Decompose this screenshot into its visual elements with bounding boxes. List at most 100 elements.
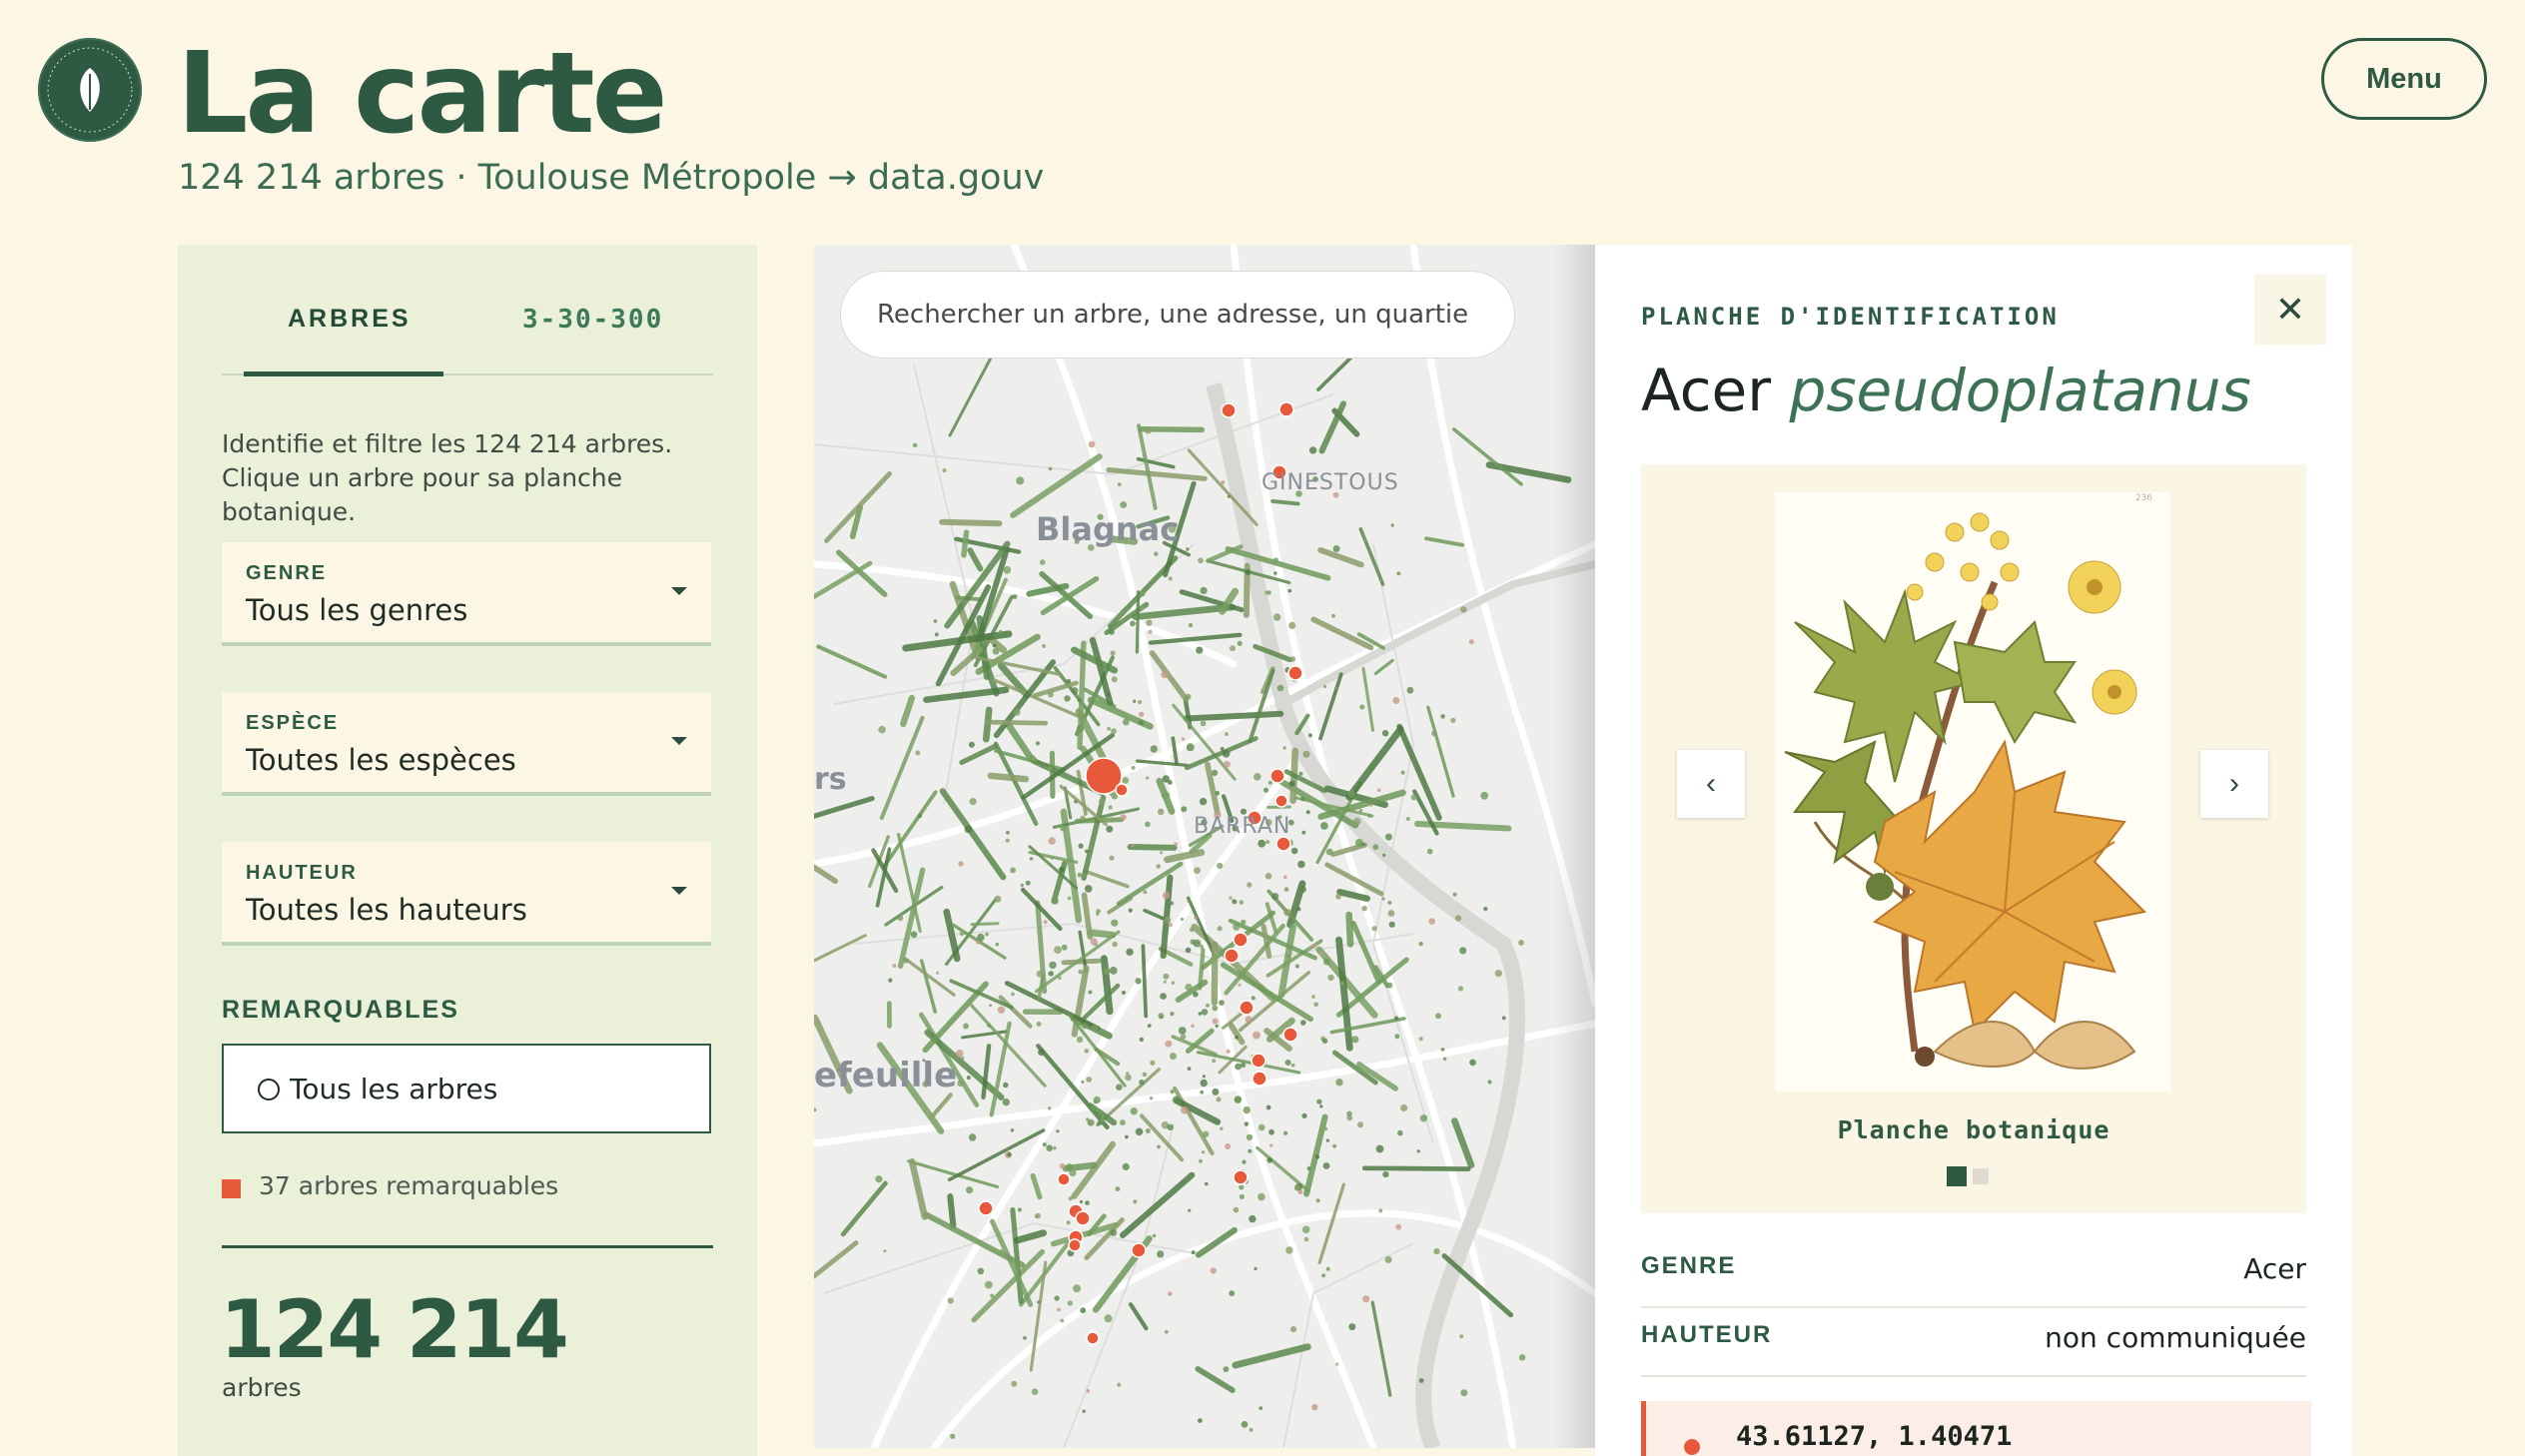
tree-row bbox=[1424, 536, 1464, 547]
tree-point bbox=[1206, 1004, 1210, 1008]
tree-point bbox=[1220, 746, 1225, 751]
remarkable-tree-marker[interactable] bbox=[1251, 1053, 1266, 1069]
tree-point bbox=[1135, 1127, 1144, 1136]
remarkable-tree-marker[interactable] bbox=[1221, 402, 1237, 418]
tree-point bbox=[1048, 1106, 1052, 1110]
tree-point bbox=[963, 1023, 969, 1030]
remarkable-tree-marker[interactable] bbox=[1239, 1000, 1255, 1016]
tab-arbres[interactable]: ARBRES bbox=[288, 305, 412, 334]
tree-point bbox=[1371, 926, 1377, 932]
tree-point bbox=[1172, 1095, 1181, 1104]
tree-point bbox=[1239, 1193, 1245, 1199]
tree-point bbox=[1212, 1088, 1220, 1095]
tree-point bbox=[1150, 745, 1158, 753]
remarkable-tree-marker[interactable] bbox=[1252, 1071, 1267, 1087]
tree-point bbox=[1088, 845, 1093, 850]
carousel-dot[interactable] bbox=[1973, 1168, 1989, 1184]
tree-point bbox=[1222, 749, 1231, 758]
page-title: La carte bbox=[177, 29, 668, 159]
menu-button[interactable]: Menu bbox=[2321, 38, 2487, 120]
tree-point bbox=[1440, 714, 1445, 719]
remarkable-tree-marker[interactable] bbox=[1233, 1169, 1249, 1185]
tree-point bbox=[1048, 766, 1053, 771]
remarkable-tree-marker[interactable] bbox=[1224, 948, 1240, 964]
remarkable-tree-marker[interactable] bbox=[1057, 1172, 1071, 1186]
botanical-plate-image[interactable]: 236 bbox=[1775, 492, 2170, 1092]
coordinates-value: 43.61127, 1.40471 bbox=[1736, 1421, 2013, 1452]
tree-point bbox=[950, 1433, 956, 1439]
tree-point bbox=[1400, 770, 1405, 775]
tree-point bbox=[1223, 1366, 1230, 1372]
logo[interactable] bbox=[38, 38, 142, 142]
tree-point bbox=[1405, 817, 1410, 821]
genre-select[interactable]: GENRE Tous les genres bbox=[222, 542, 711, 646]
remarkable-tree-marker[interactable] bbox=[1278, 401, 1294, 417]
tree-point bbox=[1358, 808, 1363, 813]
tree-row bbox=[1119, 1171, 1196, 1238]
tree-point bbox=[1419, 1114, 1428, 1122]
carousel-next-button[interactable]: › bbox=[2200, 750, 2268, 818]
tree-point bbox=[1042, 644, 1047, 648]
remarquables-toggle[interactable]: Tous les arbres bbox=[222, 1044, 711, 1133]
tab-3-30-300[interactable]: 3-30-300 bbox=[522, 305, 663, 335]
tree-row bbox=[989, 1218, 1034, 1307]
field-label: HAUTEUR bbox=[1641, 1321, 1773, 1348]
tree-point bbox=[1388, 921, 1395, 928]
espece-select[interactable]: ESPÈCE Toutes les espèces bbox=[222, 692, 711, 796]
tree-point bbox=[1331, 613, 1335, 618]
tree-row bbox=[1270, 498, 1300, 506]
remarkable-tree-marker[interactable] bbox=[1269, 768, 1285, 784]
tree-point bbox=[1293, 1184, 1300, 1191]
tree-point bbox=[1346, 1114, 1353, 1121]
remarkable-tree-marker[interactable] bbox=[1131, 1242, 1147, 1258]
tree-point bbox=[1361, 842, 1365, 847]
tree-point bbox=[1073, 1284, 1082, 1293]
tree-point bbox=[1267, 780, 1272, 785]
remarkable-tree-marker[interactable] bbox=[1115, 783, 1129, 797]
remarkable-tree-marker[interactable] bbox=[1233, 932, 1249, 948]
remarkable-tree-marker[interactable] bbox=[1086, 1331, 1100, 1345]
tree-point bbox=[1080, 1307, 1087, 1314]
tree-point bbox=[1200, 944, 1205, 950]
tree-point bbox=[1140, 590, 1146, 597]
tree-point bbox=[1518, 940, 1524, 946]
tree-point bbox=[1357, 1121, 1363, 1128]
tree-point bbox=[1188, 623, 1194, 628]
close-icon: ✕ bbox=[2274, 289, 2306, 330]
remarkable-tree-marker[interactable] bbox=[978, 1200, 994, 1216]
remarkable-tree-marker[interactable] bbox=[1068, 1238, 1082, 1252]
tree-row bbox=[1373, 658, 1394, 676]
remarkable-tree-marker[interactable] bbox=[1274, 794, 1288, 808]
tree-row bbox=[1019, 1230, 1079, 1307]
tree-point bbox=[1428, 918, 1435, 925]
espece-select-label: ESPÈCE bbox=[246, 712, 340, 734]
tree-point bbox=[1013, 708, 1021, 716]
remarkable-tree-marker[interactable] bbox=[1287, 665, 1303, 681]
carousel-dot-active[interactable] bbox=[1947, 1166, 1967, 1186]
remarkable-tree-marker[interactable] bbox=[1282, 1027, 1298, 1043]
close-button[interactable]: ✕ bbox=[2254, 275, 2326, 345]
tree-point bbox=[1332, 545, 1340, 552]
tree-point bbox=[1122, 991, 1126, 995]
tree-point bbox=[1146, 619, 1153, 626]
plate-number: 236 bbox=[2135, 493, 2152, 503]
map-canvas[interactable] bbox=[814, 245, 1595, 1448]
tree-point bbox=[1226, 1049, 1231, 1054]
tree-map[interactable]: Blagnac GINESTOUS BARRAN rs efeuille bbox=[814, 245, 1595, 1448]
coordinates-box[interactable]: 43.61127, 1.40471 bbox=[1641, 1401, 2311, 1456]
tree-point bbox=[995, 942, 1000, 947]
tree-point bbox=[1501, 1016, 1506, 1021]
tree-point bbox=[1319, 952, 1323, 956]
active-tab-indicator bbox=[244, 371, 443, 376]
tree-row bbox=[919, 959, 937, 1014]
remarkable-tree-marker[interactable] bbox=[1075, 1210, 1091, 1226]
tree-point bbox=[912, 442, 918, 448]
remarkable-tree-marker[interactable] bbox=[1275, 836, 1291, 852]
page-subtitle[interactable]: 124 214 arbres · Toulouse Métropole → da… bbox=[178, 158, 1044, 198]
tree-row bbox=[1030, 1172, 1043, 1200]
carousel-prev-button[interactable]: ‹ bbox=[1677, 750, 1745, 818]
botanical-plate-carousel: 236 ‹ › Planche botanique bbox=[1641, 464, 2306, 1213]
hauteur-select[interactable]: HAUTEUR Toutes les hauteurs bbox=[222, 842, 711, 946]
map-search-input[interactable] bbox=[840, 271, 1515, 359]
tree-point bbox=[1152, 1233, 1157, 1238]
